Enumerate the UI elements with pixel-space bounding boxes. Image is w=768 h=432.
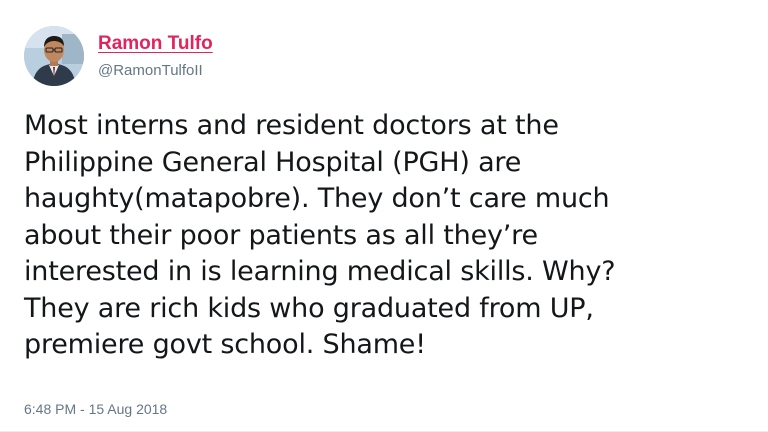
tweet-timestamp-link[interactable]: 6:48 PM - 15 Aug 2018 [24,401,167,417]
tweet-text-line: about their poor patients as all they’re [24,219,538,251]
author-handle: @RamonTulfoII [98,62,203,79]
tweet-text-line: Philippine General Hospital (PGH) are [24,146,522,178]
avatar[interactable] [24,26,84,86]
tweet-text-line: interested in is learning medical skills… [24,256,616,287]
tweet-text-line: premiere govt school. Shame! [24,329,426,360]
tweet-card: Ramon Tulfo @RamonTulfoII Most interns a… [0,0,768,432]
tweet-text: Most interns and resident doctors at the… [24,108,744,364]
avatar-photo-icon [24,26,84,86]
tweet-text-line: They are rich kids who graduated from UP… [24,292,594,324]
author-name-link[interactable]: Ramon Tulfo [98,33,213,55]
tweet-text-line: haughty(matapobre). They don’t care much [24,183,610,214]
tweet-text-line: Most interns and resident doctors at the [24,110,559,141]
